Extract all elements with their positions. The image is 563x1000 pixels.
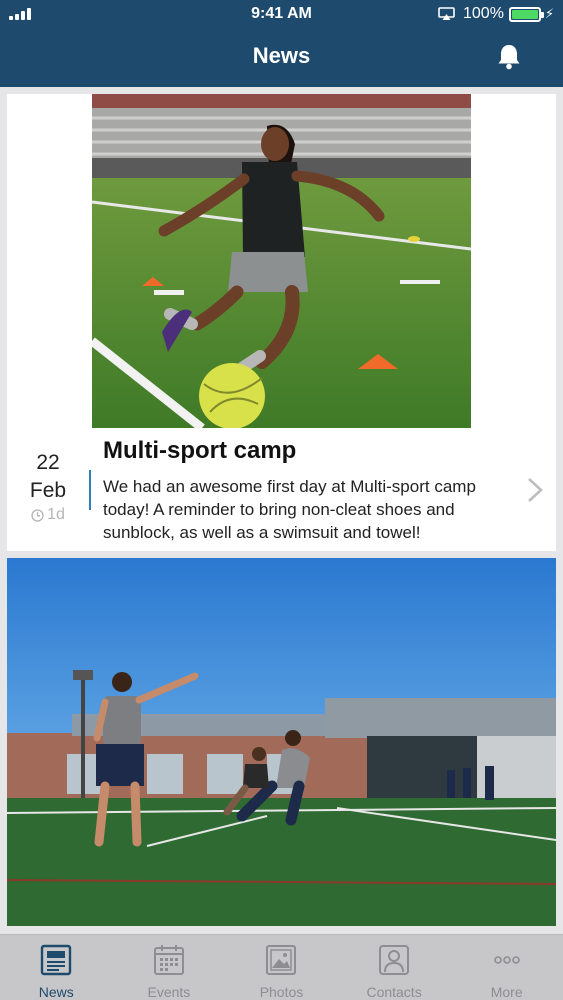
divider bbox=[89, 470, 91, 510]
news-image bbox=[92, 94, 471, 428]
photo-icon bbox=[266, 945, 297, 975]
post-date: 22 Feb 1d bbox=[7, 449, 89, 524]
battery-icon bbox=[509, 7, 544, 22]
page-title: News bbox=[252, 43, 311, 68]
contact-icon bbox=[379, 945, 410, 975]
airplay-icon bbox=[438, 7, 455, 20]
tab-more[interactable]: More bbox=[450, 935, 563, 1000]
tab-label: News bbox=[38, 984, 74, 1000]
tab-label: More bbox=[490, 984, 523, 1000]
newspaper-icon bbox=[41, 944, 72, 976]
top-bar: 9:41 AM 100% ⚡ News bbox=[0, 0, 563, 87]
clock-icon bbox=[31, 508, 44, 522]
post-title[interactable]: Multi-sport camp bbox=[103, 437, 296, 465]
tab-label: Contacts bbox=[366, 984, 422, 1000]
tab-label: Events bbox=[147, 984, 191, 1000]
tab-bar: News Events Photos Contacts More bbox=[0, 934, 563, 1000]
calendar-icon bbox=[153, 945, 184, 975]
chevron-right-icon[interactable] bbox=[526, 477, 544, 503]
charging-bolt-icon: ⚡ bbox=[545, 6, 555, 21]
more-dots-icon bbox=[493, 956, 520, 964]
tab-events[interactable]: Events bbox=[113, 935, 226, 1000]
news-card[interactable] bbox=[7, 558, 556, 926]
bell-icon[interactable] bbox=[494, 42, 524, 72]
post-body: We had an awesome first day at Multi-spo… bbox=[103, 477, 476, 542]
status-bar: 9:41 AM 100% ⚡ bbox=[0, 0, 563, 28]
tab-label: Photos bbox=[259, 984, 304, 1000]
tab-contacts[interactable]: Contacts bbox=[338, 935, 451, 1000]
tab-photos[interactable]: Photos bbox=[225, 935, 338, 1000]
post-age-text: 1d bbox=[47, 506, 65, 523]
news-image bbox=[7, 558, 556, 926]
battery-percent: 100% bbox=[463, 5, 504, 22]
post-age: 1d bbox=[7, 506, 89, 524]
tab-news[interactable]: News bbox=[0, 935, 113, 1000]
post-date-day: 22 bbox=[36, 451, 60, 474]
post-date-month: Feb bbox=[29, 479, 67, 502]
news-card[interactable]: 22 Feb 1d Multi-sport camp We had an awe… bbox=[7, 94, 556, 551]
